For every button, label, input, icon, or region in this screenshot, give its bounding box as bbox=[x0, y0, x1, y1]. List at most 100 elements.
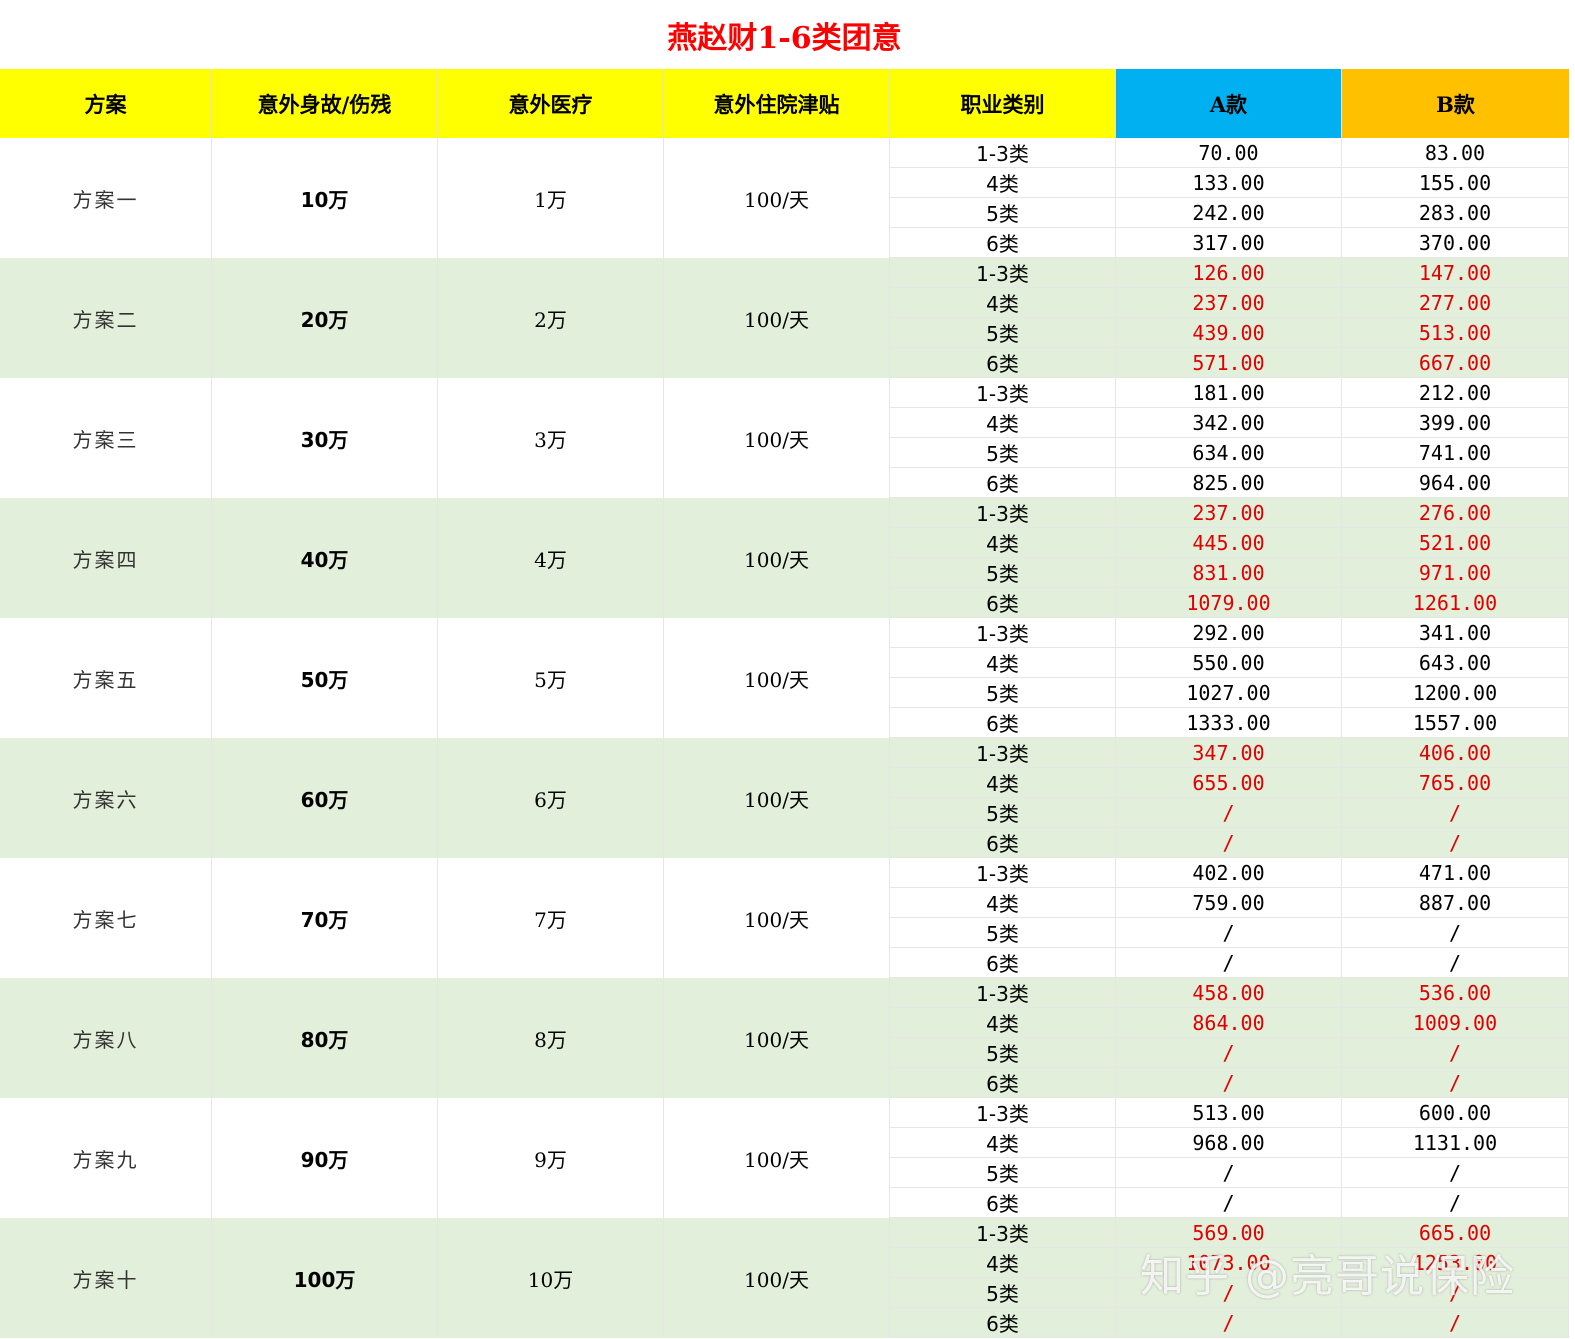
header-medical: 意外医疗 bbox=[438, 69, 664, 138]
premium-a: 759.00 bbox=[1116, 888, 1342, 918]
death-disability-amount: 80万 bbox=[212, 978, 438, 1098]
header-option-a: A款 bbox=[1116, 69, 1342, 138]
premium-b: 212.00 bbox=[1342, 378, 1569, 408]
occupation-class: 4类 bbox=[890, 768, 1116, 798]
hospital-allowance: 100/天 bbox=[664, 978, 890, 1098]
premium-a: / bbox=[1116, 948, 1342, 978]
premium-b: 513.00 bbox=[1342, 318, 1569, 348]
plan-block: 方案五 50万 5万 100/天 1-3类 292.00 341.00 4类 550.00 643… bbox=[0, 618, 1569, 738]
premium-a: / bbox=[1116, 918, 1342, 948]
premium-a: 864.00 bbox=[1116, 1008, 1342, 1038]
occupation-class: 4类 bbox=[890, 1008, 1116, 1038]
premium-a: / bbox=[1116, 1158, 1342, 1188]
medical-amount: 6万 bbox=[438, 738, 664, 858]
premium-b: 276.00 bbox=[1342, 498, 1569, 528]
premium-b: 155.00 bbox=[1342, 168, 1569, 198]
premium-a: 237.00 bbox=[1116, 498, 1342, 528]
occupation-class: 5类 bbox=[890, 918, 1116, 948]
plan-name: 方案十 bbox=[0, 1218, 212, 1338]
occupation-class: 4类 bbox=[890, 1128, 1116, 1158]
plan-name: 方案三 bbox=[0, 378, 212, 498]
plan-name: 方案二 bbox=[0, 258, 212, 378]
plan-block: 方案九 90万 9万 100/天 1-3类 513.00 600.00 4类 968.00 113… bbox=[0, 1098, 1569, 1218]
premium-b: 971.00 bbox=[1342, 558, 1569, 588]
occupation-class: 6类 bbox=[890, 948, 1116, 978]
premium-a: 968.00 bbox=[1116, 1128, 1342, 1158]
medical-amount: 8万 bbox=[438, 978, 664, 1098]
header-death-disability: 意外身故/伤残 bbox=[212, 69, 438, 138]
premium-a: 317.00 bbox=[1116, 228, 1342, 258]
premium-b: / bbox=[1342, 1068, 1569, 1098]
plan-name: 方案六 bbox=[0, 738, 212, 858]
occupation-class: 6类 bbox=[890, 1308, 1116, 1338]
occupation-class: 6类 bbox=[890, 1188, 1116, 1218]
medical-amount: 7万 bbox=[438, 858, 664, 978]
premium-b: 1261.00 bbox=[1342, 588, 1569, 618]
death-disability-amount: 100万 bbox=[212, 1218, 438, 1338]
occupation-class: 6类 bbox=[890, 588, 1116, 618]
medical-amount: 1万 bbox=[438, 138, 664, 258]
occupation-class: 5类 bbox=[890, 438, 1116, 468]
occupation-class: 1-3类 bbox=[890, 1098, 1116, 1128]
premium-b: 1131.00 bbox=[1342, 1128, 1569, 1158]
premium-b: 147.00 bbox=[1342, 258, 1569, 288]
occupation-class: 5类 bbox=[890, 1038, 1116, 1068]
premium-a: 1079.00 bbox=[1116, 588, 1342, 618]
hospital-allowance: 100/天 bbox=[664, 138, 890, 258]
premium-a: / bbox=[1116, 1308, 1342, 1338]
plan-name: 方案八 bbox=[0, 978, 212, 1098]
premium-b: 1200.00 bbox=[1342, 678, 1569, 708]
occupation-class: 4类 bbox=[890, 408, 1116, 438]
premium-b: 887.00 bbox=[1342, 888, 1569, 918]
occupation-class: 6类 bbox=[890, 348, 1116, 378]
occupation-class: 5类 bbox=[890, 318, 1116, 348]
death-disability-amount: 30万 bbox=[212, 378, 438, 498]
death-disability-amount: 60万 bbox=[212, 738, 438, 858]
occupation-class: 4类 bbox=[890, 888, 1116, 918]
death-disability-amount: 90万 bbox=[212, 1098, 438, 1218]
occupation-class: 1-3类 bbox=[890, 378, 1116, 408]
occupation-class: 5类 bbox=[890, 1158, 1116, 1188]
plan-block: 方案四 40万 4万 100/天 1-3类 237.00 276.00 4类 445.00 521… bbox=[0, 498, 1569, 618]
occupation-class: 1-3类 bbox=[890, 618, 1116, 648]
premium-a: 126.00 bbox=[1116, 258, 1342, 288]
occupation-class: 6类 bbox=[890, 828, 1116, 858]
occupation-class: 6类 bbox=[890, 468, 1116, 498]
occupation-class: 5类 bbox=[890, 678, 1116, 708]
premium-b: 521.00 bbox=[1342, 528, 1569, 558]
premium-b: 765.00 bbox=[1342, 768, 1569, 798]
premium-b: 667.00 bbox=[1342, 348, 1569, 378]
premium-a: 402.00 bbox=[1116, 858, 1342, 888]
hospital-allowance: 100/天 bbox=[664, 498, 890, 618]
medical-amount: 2万 bbox=[438, 258, 664, 378]
premium-a: 513.00 bbox=[1116, 1098, 1342, 1128]
death-disability-amount: 20万 bbox=[212, 258, 438, 378]
premium-b: 283.00 bbox=[1342, 198, 1569, 228]
premium-a: 655.00 bbox=[1116, 768, 1342, 798]
premium-b: / bbox=[1342, 1038, 1569, 1068]
premium-a: 458.00 bbox=[1116, 978, 1342, 1008]
occupation-class: 6类 bbox=[890, 708, 1116, 738]
premium-a: 571.00 bbox=[1116, 348, 1342, 378]
premium-b: 277.00 bbox=[1342, 288, 1569, 318]
occupation-class: 1-3类 bbox=[890, 1218, 1116, 1248]
premium-b: 600.00 bbox=[1342, 1098, 1569, 1128]
premium-a: 825.00 bbox=[1116, 468, 1342, 498]
premium-a: 1027.00 bbox=[1116, 678, 1342, 708]
premium-a: 1333.00 bbox=[1116, 708, 1342, 738]
hospital-allowance: 100/天 bbox=[664, 378, 890, 498]
premium-b: 471.00 bbox=[1342, 858, 1569, 888]
occupation-class: 4类 bbox=[890, 528, 1116, 558]
plan-name: 方案七 bbox=[0, 858, 212, 978]
plan-name: 方案一 bbox=[0, 138, 212, 258]
premium-b: 370.00 bbox=[1342, 228, 1569, 258]
death-disability-amount: 10万 bbox=[212, 138, 438, 258]
hospital-allowance: 100/天 bbox=[664, 1098, 890, 1218]
plan-block: 方案七 70万 7万 100/天 1-3类 402.00 471.00 4类 759.00 887… bbox=[0, 858, 1569, 978]
watermark: 知乎 @亮哥说保险 bbox=[1140, 1251, 1515, 1302]
premium-b: / bbox=[1342, 1308, 1569, 1338]
premium-a: 550.00 bbox=[1116, 648, 1342, 678]
premium-b: / bbox=[1342, 918, 1569, 948]
hospital-allowance: 100/天 bbox=[664, 738, 890, 858]
plan-block: 方案一 10万 1万 100/天 1-3类 70.00 83.00 4类 133.00 155.0… bbox=[0, 138, 1569, 258]
